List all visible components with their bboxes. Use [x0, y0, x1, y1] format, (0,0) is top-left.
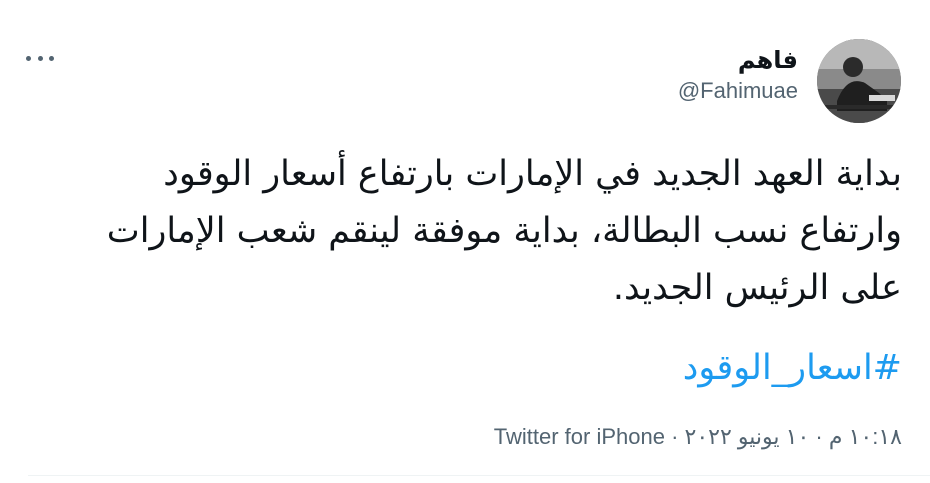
tweet-metadata: ١٠:١٨ م · ١٠ يونيو ٢٠٢٢ · Twitter for iP…: [494, 422, 902, 452]
author-handle[interactable]: @Fahimuae: [678, 77, 798, 105]
meta-separator: ·: [671, 424, 679, 449]
meta-separator: ·: [815, 424, 823, 449]
avatar-image: [817, 39, 901, 123]
tweet-card: فاهم @Fahimuae بداية العهد الجديد في الإ…: [0, 0, 930, 483]
dot: [26, 55, 31, 61]
tweet-source-link[interactable]: Twitter for iPhone: [494, 424, 665, 449]
dot: [49, 55, 54, 61]
tweet-text-line: وارتفاع نسب البطالة، بداية موفقة لينقم ش…: [106, 211, 902, 251]
tweet-date[interactable]: ١٠ يونيو ٢٠٢٢: [685, 424, 810, 449]
hashtag-link[interactable]: #اسعار_الوقود: [683, 340, 902, 397]
author-display-name[interactable]: فاهم: [678, 44, 798, 76]
tweet-time[interactable]: ١٠:١٨ م: [829, 424, 902, 449]
more-horizontal-icon[interactable]: [26, 52, 54, 64]
dot: [37, 55, 43, 61]
tweet-text: بداية العهد الجديد في الإمارات بارتفاع أ…: [22, 146, 902, 317]
avatar[interactable]: [817, 39, 901, 123]
tweet-author: فاهم @Fahimuae: [678, 44, 798, 105]
tweet-text-line: بداية العهد الجديد في الإمارات بارتفاع أ…: [163, 154, 902, 194]
tweet-text-line: على الرئيس الجديد.: [612, 268, 902, 308]
divider: [28, 475, 930, 476]
